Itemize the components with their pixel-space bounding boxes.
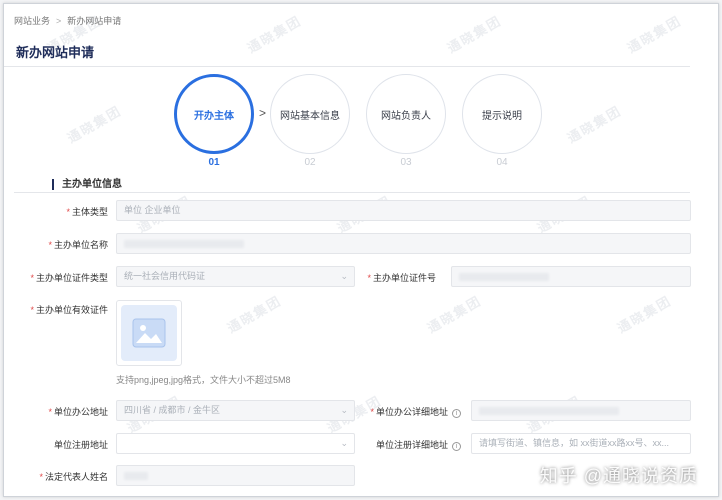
chevron-down-icon: ⌄ — [340, 438, 348, 448]
entity-type-label: * 主体类型 — [66, 207, 108, 217]
step-circle: 网站基本信息 — [270, 74, 350, 154]
info-icon[interactable]: i — [452, 442, 461, 451]
page-title: 新办网站申请 — [16, 45, 95, 60]
org-name-label: * 主办单位名称 — [48, 240, 108, 250]
breadcrumb-separator: > — [56, 15, 62, 26]
step-4[interactable]: 提示说明 04 — [462, 74, 542, 168]
reg-detail-label: 单位注册详细地址 i — [376, 438, 461, 451]
info-icon[interactable]: i — [452, 409, 461, 418]
watermark: 通晓集团 — [614, 292, 675, 336]
watermark: 通晓集团 — [224, 292, 285, 336]
watermark: 通晓集团 — [424, 292, 485, 336]
breadcrumb-root[interactable]: 网站业务 — [14, 14, 50, 27]
required-mark: * — [39, 472, 43, 482]
breadcrumb-current: 新办网站申请 — [67, 16, 122, 26]
redacted-value — [124, 239, 244, 248]
cert-type-label: * 主办单位证件类型 — [30, 273, 108, 283]
step-circle: 开办主体 — [174, 74, 254, 154]
org-name-field[interactable] — [116, 233, 691, 254]
breadcrumb: 网站业务 > 新办网站申请 — [14, 14, 121, 27]
redacted-value — [459, 272, 549, 281]
redacted-value — [124, 471, 148, 480]
required-mark: * — [367, 273, 371, 283]
legal-rep-field[interactable] — [116, 465, 355, 486]
chevron-right-icon: > — [259, 106, 267, 120]
entity-type-field[interactable]: 单位 企业单位 — [116, 200, 691, 221]
chevron-down-icon: ⌄ — [340, 271, 348, 281]
step-number: 03 — [400, 157, 412, 168]
title-divider — [4, 66, 690, 67]
step-2[interactable]: 网站基本信息 02 — [270, 74, 350, 168]
section-title: 主办单位信息 — [52, 179, 122, 190]
step-number: 04 — [496, 157, 508, 168]
step-circle: 提示说明 — [462, 74, 542, 154]
required-mark: * — [370, 407, 374, 417]
redacted-value — [479, 406, 619, 415]
upload-hint: 支持png,jpeg,jpg格式，文件大小不超过5M8 — [116, 375, 291, 385]
required-mark: * — [48, 407, 52, 417]
required-mark: * — [48, 240, 52, 250]
cert-type-select[interactable]: 统一社会信用代码证 ⌄ — [116, 266, 355, 287]
office-detail-label: * 单位办公详细地址 i — [370, 405, 461, 418]
legal-rep-label: * 法定代表人姓名 — [39, 472, 108, 482]
step-3[interactable]: 网站负责人 03 — [366, 74, 446, 168]
required-mark: * — [66, 207, 70, 217]
section-divider — [14, 192, 690, 193]
step-indicator: 开办主体 01 > 网站基本信息 02 网站负责人 03 提示说明 04 — [174, 74, 544, 174]
step-number: 01 — [208, 157, 220, 168]
watermark: 通晓集团 — [64, 102, 125, 146]
watermark: 通晓集团 — [624, 12, 685, 56]
office-address-label: * 单位办公地址 — [48, 407, 108, 417]
cert-no-label: * 主办单位证件号 — [367, 273, 436, 283]
watermark: 通晓集团 — [244, 12, 305, 56]
image-placeholder-icon — [121, 305, 177, 361]
office-detail-field[interactable] — [471, 400, 691, 421]
required-mark: * — [30, 273, 34, 283]
overlay-watermark: 知乎 @通晓说资质 — [539, 466, 698, 486]
app-window: 通晓集团 通晓集团 通晓集团 通晓集团 通晓集团 通晓集团 通晓集团 通晓集团 … — [3, 3, 719, 497]
watermark: 通晓集团 — [564, 102, 625, 146]
reg-address-label: 单位注册地址 — [53, 440, 108, 450]
step-circle: 网站负责人 — [366, 74, 446, 154]
step-1[interactable]: 开办主体 01 — [174, 74, 254, 168]
step-number: 02 — [304, 157, 316, 168]
office-address-select[interactable]: 四川省 / 成都市 / 金牛区 ⌄ — [116, 400, 355, 421]
chevron-down-icon: ⌄ — [340, 405, 348, 415]
certificate-upload[interactable] — [116, 300, 182, 366]
reg-address-select[interactable]: ⌄ — [116, 433, 355, 454]
required-mark: * — [30, 305, 34, 315]
valid-cert-label: * 主办单位有效证件 — [30, 305, 108, 315]
cert-no-field[interactable] — [451, 266, 691, 287]
watermark: 通晓集团 — [444, 12, 505, 56]
reg-detail-field[interactable]: 请填写街道、镇信息，如 xx街道xx路xx号、xx... — [471, 433, 691, 454]
